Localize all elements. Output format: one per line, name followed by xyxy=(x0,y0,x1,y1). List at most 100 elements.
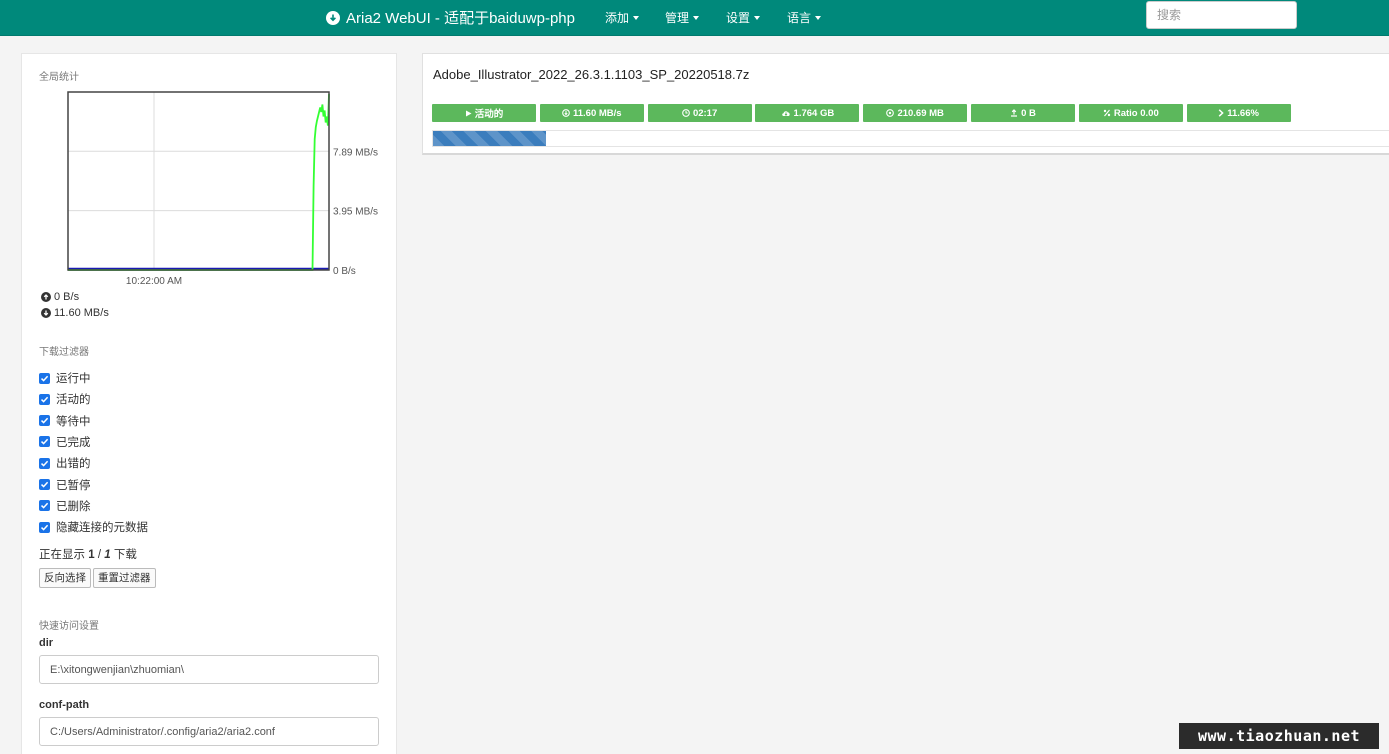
menu-add[interactable]: 添加 xyxy=(605,9,640,26)
dir-field[interactable] xyxy=(39,655,379,684)
filter-item[interactable]: 出错的 xyxy=(39,455,91,471)
download-speed: 11.60 MB/s xyxy=(41,307,109,319)
filter-item[interactable]: 已完成 xyxy=(39,434,91,450)
caret-down-icon xyxy=(754,15,761,20)
invert-selection-button[interactable]: 反向选择 xyxy=(39,568,91,588)
reset-filter-button[interactable]: 重置过滤器 xyxy=(93,568,156,588)
upload-icon xyxy=(1010,109,1018,117)
filter-label: 出错的 xyxy=(56,458,91,471)
chart-y-ticks: 0 B/s 3.95 MB/s 7.89 MB/s xyxy=(333,147,378,277)
upload-speed-value: 0 B/s xyxy=(54,291,80,303)
caret-down-icon xyxy=(815,15,822,20)
filter-label: 已删除 xyxy=(56,500,91,513)
showing-sep: / xyxy=(97,549,102,561)
y-tick-label: 7.89 MB/s xyxy=(333,147,378,158)
ratio-icon xyxy=(1103,109,1111,117)
stat-play[interactable]: 活动的 xyxy=(432,104,536,122)
showing-prefix: 正在显示 xyxy=(39,549,85,561)
play-icon xyxy=(465,110,472,117)
clock-icon xyxy=(682,109,690,117)
brand-link[interactable]: Aria2 WebUI - 适配于baiduwp-php xyxy=(326,7,575,28)
stat-cloud-download[interactable]: 1.764 GB xyxy=(755,104,860,122)
cloud-download-icon xyxy=(781,109,791,117)
checkbox-checked-icon[interactable] xyxy=(39,521,50,533)
filter-item[interactable]: 已暂停 xyxy=(39,477,91,493)
stat-value: 0 B xyxy=(1021,107,1036,119)
upload-speed: 0 B/s xyxy=(41,291,79,303)
sidebar: 全局统计 0 B/s 3.95 MB/s 7.89 MB/s 10:22:00 AM… xyxy=(21,53,397,754)
chart-lines xyxy=(68,93,330,271)
checkbox-checked-icon[interactable] xyxy=(39,457,50,469)
stat-download-speed[interactable]: 11.60 MB/s xyxy=(539,104,644,122)
filter-item[interactable]: 隐藏连接的元数据 xyxy=(39,519,148,535)
stat-downloaded[interactable]: 210.69 MB xyxy=(863,104,968,122)
y-tick-label: 3.95 MB/s xyxy=(333,207,378,218)
search-input[interactable] xyxy=(1146,1,1297,29)
filter-item[interactable]: 活动的 xyxy=(39,391,91,407)
menu-manage[interactable]: 管理 xyxy=(665,9,700,26)
upload-circle-icon xyxy=(41,292,51,302)
x-tick-label: 10:22:00 AM xyxy=(126,276,182,287)
stat-value: 210.69 MB xyxy=(897,107,944,119)
stat-upload[interactable]: 0 B xyxy=(971,104,1075,122)
download-circle-icon xyxy=(326,10,340,25)
conf-path-field[interactable] xyxy=(39,717,379,746)
checkbox-checked-icon[interactable] xyxy=(39,436,50,448)
dir-label: dir xyxy=(39,637,54,649)
filter-label: 已完成 xyxy=(56,436,91,449)
chart-grid xyxy=(68,92,329,270)
filter-label: 已暂停 xyxy=(56,479,91,492)
chevron-right-icon xyxy=(1218,109,1224,117)
chart-x-ticks: 10:22:00 AM xyxy=(126,276,182,287)
menu-language[interactable]: 语言 xyxy=(787,9,822,26)
stat-value: 1.764 GB xyxy=(793,107,835,119)
filter-item[interactable]: 已删除 xyxy=(39,498,91,514)
stat-chevron-right[interactable]: 11.66% xyxy=(1186,104,1291,122)
menu-manage-label: 管理 xyxy=(665,11,690,25)
filter-item[interactable]: 运行中 xyxy=(39,370,91,386)
filter-label: 隐藏连接的元数据 xyxy=(56,522,148,535)
menu-settings[interactable]: 设置 xyxy=(726,9,761,26)
menu-add-label: 添加 xyxy=(605,11,630,25)
showing-count: 正在显示 1 / 1 下载 xyxy=(39,546,137,562)
conf-path-label: conf-path xyxy=(39,699,90,711)
progress-fill xyxy=(433,131,546,146)
download-item[interactable]: Adobe_Illustrator_2022_26.3.1.1103_SP_20… xyxy=(422,53,1389,155)
menu-language-label: 语言 xyxy=(787,11,812,25)
download-series-line xyxy=(68,93,330,271)
stat-clock[interactable]: 02:17 xyxy=(647,104,752,122)
showing-total: 1 xyxy=(104,549,111,561)
brand-title: Aria2 WebUI - 适配于baiduwp-php xyxy=(346,10,575,27)
stat-value: 11.60 MB/s xyxy=(573,107,622,119)
showing-current: 1 xyxy=(88,549,95,561)
downloaded-icon xyxy=(886,109,895,117)
stat-value: 活动的 xyxy=(474,109,504,120)
checkbox-checked-icon[interactable] xyxy=(39,415,50,427)
stat-value: Ratio 0.00 xyxy=(1113,107,1159,119)
filter-title: 下载过滤器 xyxy=(39,347,89,358)
download-name: Adobe_Illustrator_2022_26.3.1.1103_SP_20… xyxy=(433,67,750,82)
filter-label: 等待中 xyxy=(56,415,91,428)
progress-bar xyxy=(432,130,1389,147)
filter-label: 运行中 xyxy=(56,373,91,385)
stat-value: 11.66% xyxy=(1227,107,1259,119)
watermark: www.tiaozhuan.net xyxy=(1179,723,1379,749)
download-circle-icon xyxy=(41,308,51,318)
download-speed-icon xyxy=(562,109,570,117)
download-speed-value: 11.60 MB/s xyxy=(54,307,109,319)
filter-item[interactable]: 等待中 xyxy=(39,413,91,429)
speed-chart: 0 B/s 3.95 MB/s 7.89 MB/s 10:22:00 AM xyxy=(67,91,378,287)
top-navbar: Aria2 WebUI - 适配于baiduwp-php 添加 管理 设置 语言 xyxy=(0,0,1389,36)
stat-ratio[interactable]: Ratio 0.00 xyxy=(1078,104,1183,122)
caret-down-icon xyxy=(693,15,700,20)
menu-settings-label: 设置 xyxy=(726,11,751,25)
quick-settings-title: 快速访问设置 xyxy=(39,621,99,632)
filter-label: 活动的 xyxy=(56,394,91,407)
y-tick-label: 0 B/s xyxy=(333,266,356,277)
showing-suffix: 下载 xyxy=(113,549,137,561)
checkbox-checked-icon[interactable] xyxy=(39,393,50,405)
checkbox-checked-icon[interactable] xyxy=(39,479,50,490)
checkbox-checked-icon[interactable] xyxy=(39,500,50,512)
stat-value: 02:17 xyxy=(692,107,718,119)
checkbox-checked-icon[interactable] xyxy=(39,372,50,384)
